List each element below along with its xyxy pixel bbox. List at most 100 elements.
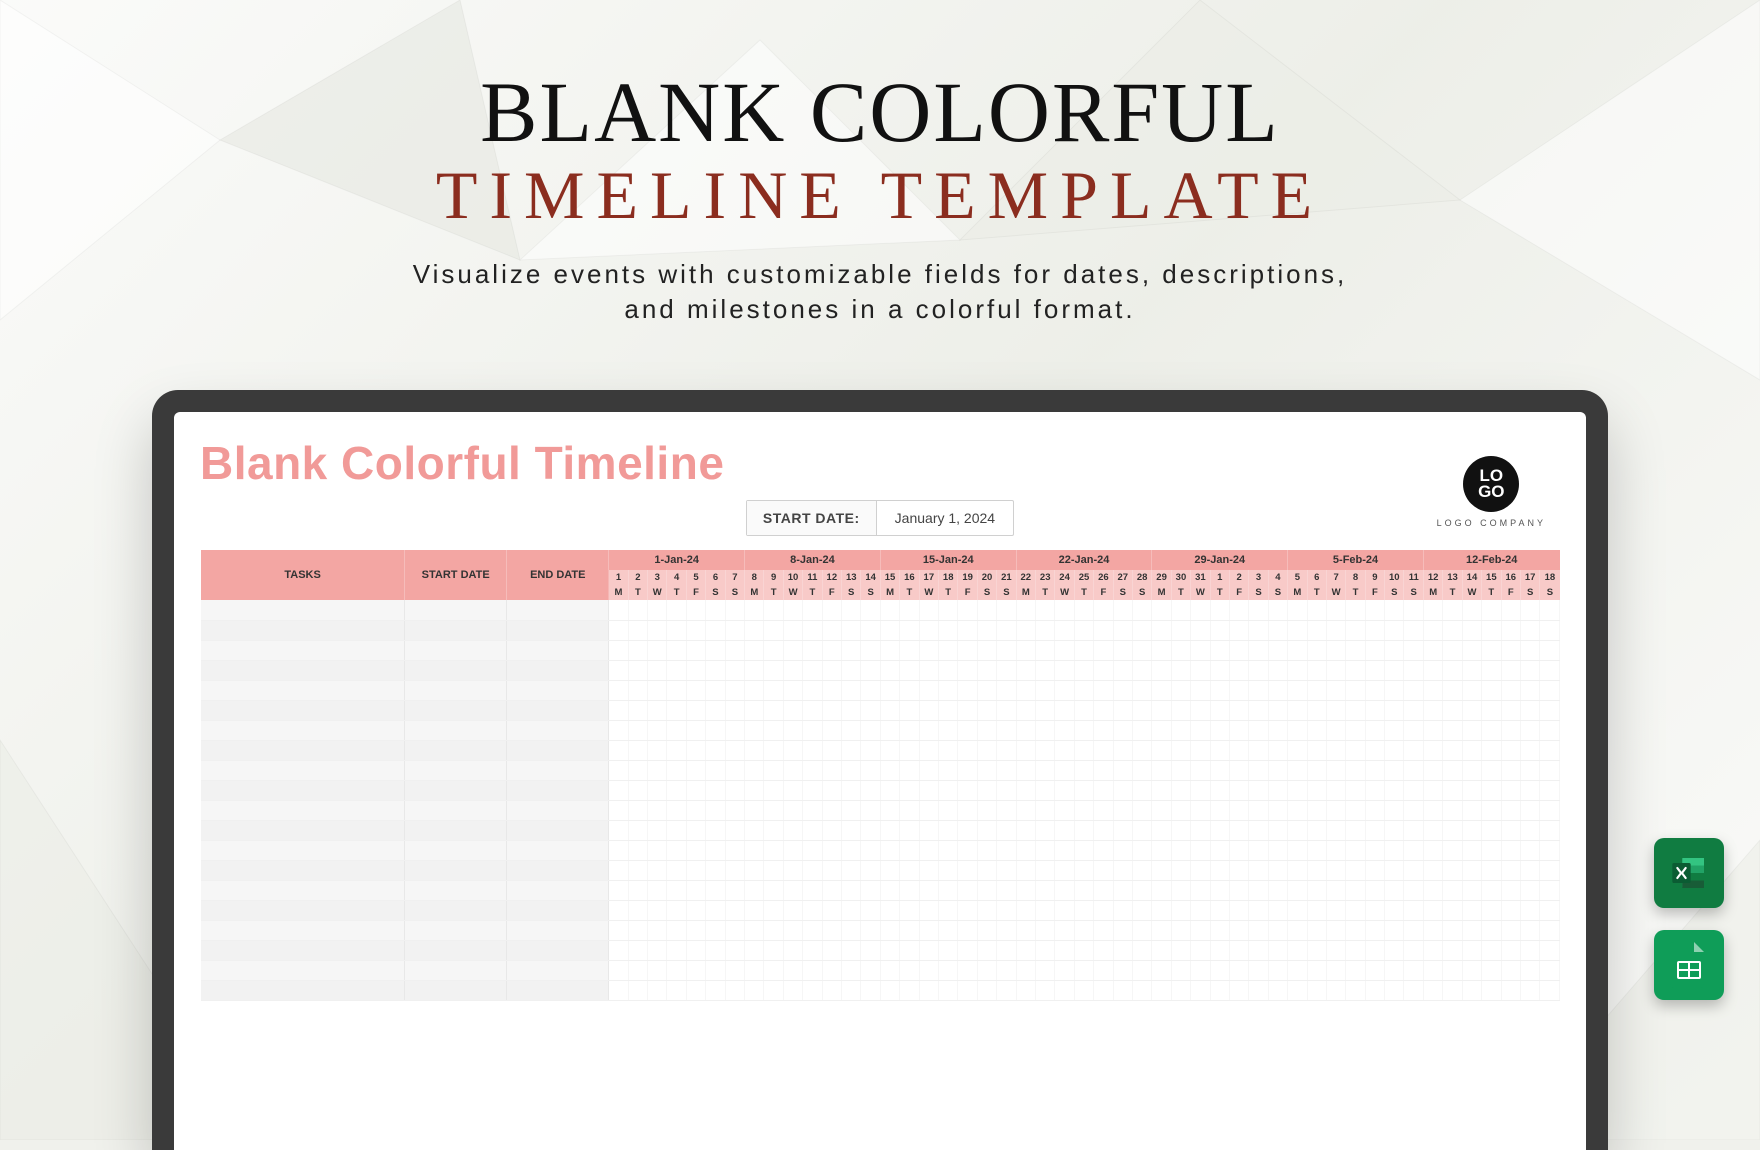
calendar-cell[interactable] — [1307, 860, 1326, 880]
calendar-cell[interactable] — [919, 800, 938, 820]
calendar-cell[interactable] — [1501, 800, 1520, 820]
calendar-cell[interactable] — [783, 860, 802, 880]
calendar-cell[interactable] — [745, 740, 764, 760]
calendar-cell[interactable] — [1520, 740, 1539, 760]
calendar-cell[interactable] — [1385, 840, 1404, 860]
calendar-cell[interactable] — [1288, 940, 1307, 960]
calendar-cell[interactable] — [628, 620, 647, 640]
calendar-cell[interactable] — [919, 680, 938, 700]
start-date-cell[interactable] — [405, 920, 507, 940]
calendar-cell[interactable] — [1365, 960, 1384, 980]
calendar-cell[interactable] — [1501, 680, 1520, 700]
calendar-cell[interactable] — [842, 600, 861, 620]
calendar-cell[interactable] — [667, 640, 686, 660]
calendar-cell[interactable] — [1171, 980, 1190, 1000]
calendar-cell[interactable] — [1482, 820, 1501, 840]
calendar-cell[interactable] — [1268, 840, 1287, 860]
calendar-cell[interactable] — [1365, 720, 1384, 740]
calendar-cell[interactable] — [1036, 960, 1055, 980]
calendar-cell[interactable] — [919, 960, 938, 980]
end-date-cell[interactable] — [507, 760, 609, 780]
calendar-cell[interactable] — [1501, 820, 1520, 840]
calendar-cell[interactable] — [1036, 780, 1055, 800]
calendar-cell[interactable] — [1036, 940, 1055, 960]
calendar-cell[interactable] — [842, 680, 861, 700]
calendar-cell[interactable] — [919, 900, 938, 920]
calendar-cell[interactable] — [803, 760, 822, 780]
calendar-cell[interactable] — [1113, 880, 1132, 900]
calendar-cell[interactable] — [628, 920, 647, 940]
calendar-cell[interactable] — [1191, 700, 1210, 720]
calendar-cell[interactable] — [1404, 960, 1423, 980]
calendar-cell[interactable] — [1210, 620, 1229, 640]
calendar-cell[interactable] — [1055, 960, 1074, 980]
calendar-cell[interactable] — [706, 920, 725, 940]
calendar-cell[interactable] — [842, 640, 861, 660]
calendar-cell[interactable] — [1171, 740, 1190, 760]
calendar-cell[interactable] — [861, 600, 880, 620]
calendar-cell[interactable] — [1307, 620, 1326, 640]
calendar-cell[interactable] — [1132, 780, 1151, 800]
calendar-cell[interactable] — [1326, 960, 1345, 980]
calendar-cell[interactable] — [1016, 720, 1035, 740]
calendar-cell[interactable] — [1462, 600, 1481, 620]
calendar-cell[interactable] — [958, 640, 977, 660]
calendar-cell[interactable] — [1229, 900, 1248, 920]
calendar-cell[interactable] — [648, 780, 667, 800]
calendar-cell[interactable] — [1132, 900, 1151, 920]
calendar-cell[interactable] — [1268, 640, 1287, 660]
end-date-cell[interactable] — [507, 660, 609, 680]
calendar-cell[interactable] — [1482, 680, 1501, 700]
calendar-cell[interactable] — [880, 920, 899, 940]
calendar-cell[interactable] — [1268, 900, 1287, 920]
calendar-cell[interactable] — [706, 980, 725, 1000]
calendar-cell[interactable] — [1152, 600, 1171, 620]
calendar-cell[interactable] — [1036, 700, 1055, 720]
calendar-cell[interactable] — [745, 720, 764, 740]
calendar-cell[interactable] — [1385, 960, 1404, 980]
calendar-cell[interactable] — [1210, 780, 1229, 800]
calendar-cell[interactable] — [1132, 600, 1151, 620]
calendar-cell[interactable] — [900, 680, 919, 700]
calendar-cell[interactable] — [900, 960, 919, 980]
calendar-cell[interactable] — [1501, 660, 1520, 680]
calendar-cell[interactable] — [648, 980, 667, 1000]
calendar-cell[interactable] — [803, 940, 822, 960]
calendar-cell[interactable] — [706, 900, 725, 920]
calendar-cell[interactable] — [1171, 820, 1190, 840]
calendar-cell[interactable] — [900, 860, 919, 880]
calendar-cell[interactable] — [1443, 700, 1462, 720]
calendar-cell[interactable] — [1268, 600, 1287, 620]
calendar-cell[interactable] — [764, 720, 783, 740]
calendar-cell[interactable] — [686, 920, 705, 940]
calendar-cell[interactable] — [803, 700, 822, 720]
calendar-cell[interactable] — [667, 720, 686, 740]
calendar-cell[interactable] — [1113, 780, 1132, 800]
calendar-cell[interactable] — [1404, 740, 1423, 760]
calendar-cell[interactable] — [842, 920, 861, 940]
calendar-cell[interactable] — [648, 720, 667, 740]
calendar-cell[interactable] — [1520, 620, 1539, 640]
start-date-cell[interactable] — [405, 740, 507, 760]
calendar-cell[interactable] — [939, 720, 958, 740]
calendar-cell[interactable] — [822, 900, 841, 920]
calendar-cell[interactable] — [706, 700, 725, 720]
calendar-cell[interactable] — [1132, 800, 1151, 820]
calendar-cell[interactable] — [861, 740, 880, 760]
calendar-cell[interactable] — [1385, 800, 1404, 820]
calendar-cell[interactable] — [1191, 680, 1210, 700]
calendar-cell[interactable] — [842, 960, 861, 980]
calendar-cell[interactable] — [1229, 940, 1248, 960]
calendar-cell[interactable] — [1074, 780, 1093, 800]
calendar-cell[interactable] — [919, 940, 938, 960]
calendar-cell[interactable] — [1462, 680, 1481, 700]
calendar-cell[interactable] — [783, 840, 802, 860]
calendar-cell[interactable] — [1288, 720, 1307, 740]
calendar-cell[interactable] — [1540, 640, 1560, 660]
calendar-cell[interactable] — [803, 600, 822, 620]
calendar-cell[interactable] — [1288, 880, 1307, 900]
calendar-cell[interactable] — [958, 740, 977, 760]
start-date-cell[interactable] — [405, 820, 507, 840]
calendar-cell[interactable] — [861, 880, 880, 900]
calendar-cell[interactable] — [977, 840, 996, 860]
